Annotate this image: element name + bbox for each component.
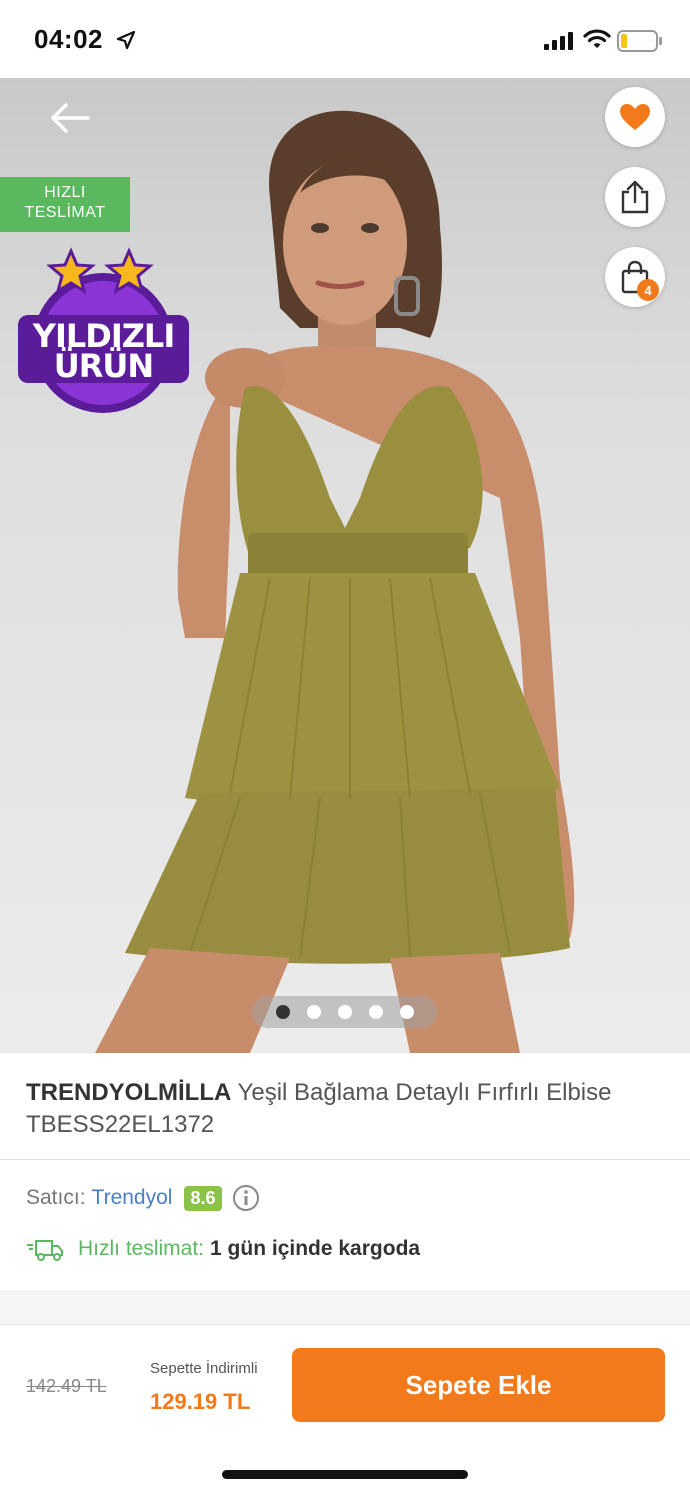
fast-badge-line2: TESLİMAT — [24, 204, 106, 221]
pagination-dot[interactable] — [368, 1005, 383, 1019]
basket-discount-label: Sepette İndirimli — [150, 1360, 258, 1377]
cart-count-badge: 4 — [637, 279, 659, 301]
seller-link[interactable]: Trendyol — [92, 1186, 173, 1210]
arrow-left-icon — [51, 103, 90, 133]
pagination-dot[interactable] — [337, 1005, 352, 1019]
image-pagination — [252, 996, 437, 1028]
delivery-value: 1 gün içinde kargoda — [210, 1237, 421, 1260]
fast-badge-line1: HIZLI — [44, 184, 86, 201]
pagination-dot[interactable] — [306, 1005, 321, 1019]
status-time: 04:02 — [34, 24, 103, 54]
old-price: 142.49 TL — [26, 1376, 107, 1396]
favorite-button[interactable] — [605, 87, 665, 147]
info-icon[interactable] — [232, 1184, 260, 1212]
seller-rating-badge: 8.6 — [184, 1185, 222, 1211]
status-bar: 04:02 — [0, 0, 690, 78]
section-separator — [0, 1290, 690, 1325]
seller-row: Satıcı: Trendyol 8.6 — [26, 1184, 260, 1212]
delivery-label: Hızlı teslimat: — [78, 1237, 205, 1260]
signal-icon — [544, 32, 573, 50]
home-indicator[interactable] — [222, 1470, 468, 1479]
back-button[interactable] — [48, 100, 92, 136]
wifi-icon — [583, 29, 611, 48]
star-product-badge: YILDIZLI ÜRÜN — [16, 243, 191, 418]
add-to-cart-button[interactable]: Sepete Ekle — [292, 1348, 665, 1422]
product-title: TRENDYOLMİLLA Yeşil Bağlama Detaylı Fırf… — [26, 1077, 666, 1141]
heart-icon — [620, 104, 650, 130]
discounted-price: 129.19 TL — [150, 1389, 251, 1414]
share-button[interactable] — [605, 167, 665, 227]
battery-icon — [617, 30, 662, 52]
pagination-dot[interactable] — [399, 1005, 414, 1019]
delivery-row: Hızlı teslimat: 1 gün içinde kargoda — [26, 1237, 420, 1261]
divider — [0, 1159, 690, 1160]
fast-delivery-badge: HIZLI TESLİMAT — [0, 177, 130, 232]
product-brand[interactable]: TRENDYOLMİLLA — [26, 1079, 231, 1106]
star-badge-line2: ÜRÜN — [53, 347, 154, 385]
seller-label: Satıcı: — [26, 1186, 86, 1209]
location-arrow-icon — [116, 30, 136, 50]
product-image-gallery[interactable]: 4 HIZLI TESLİMAT YILDIZLI ÜRÜN — [0, 78, 690, 1053]
share-icon — [621, 180, 649, 214]
pagination-dot[interactable] — [275, 1005, 290, 1019]
fast-delivery-truck-icon — [27, 1240, 63, 1261]
cart-button[interactable]: 4 — [605, 247, 665, 307]
